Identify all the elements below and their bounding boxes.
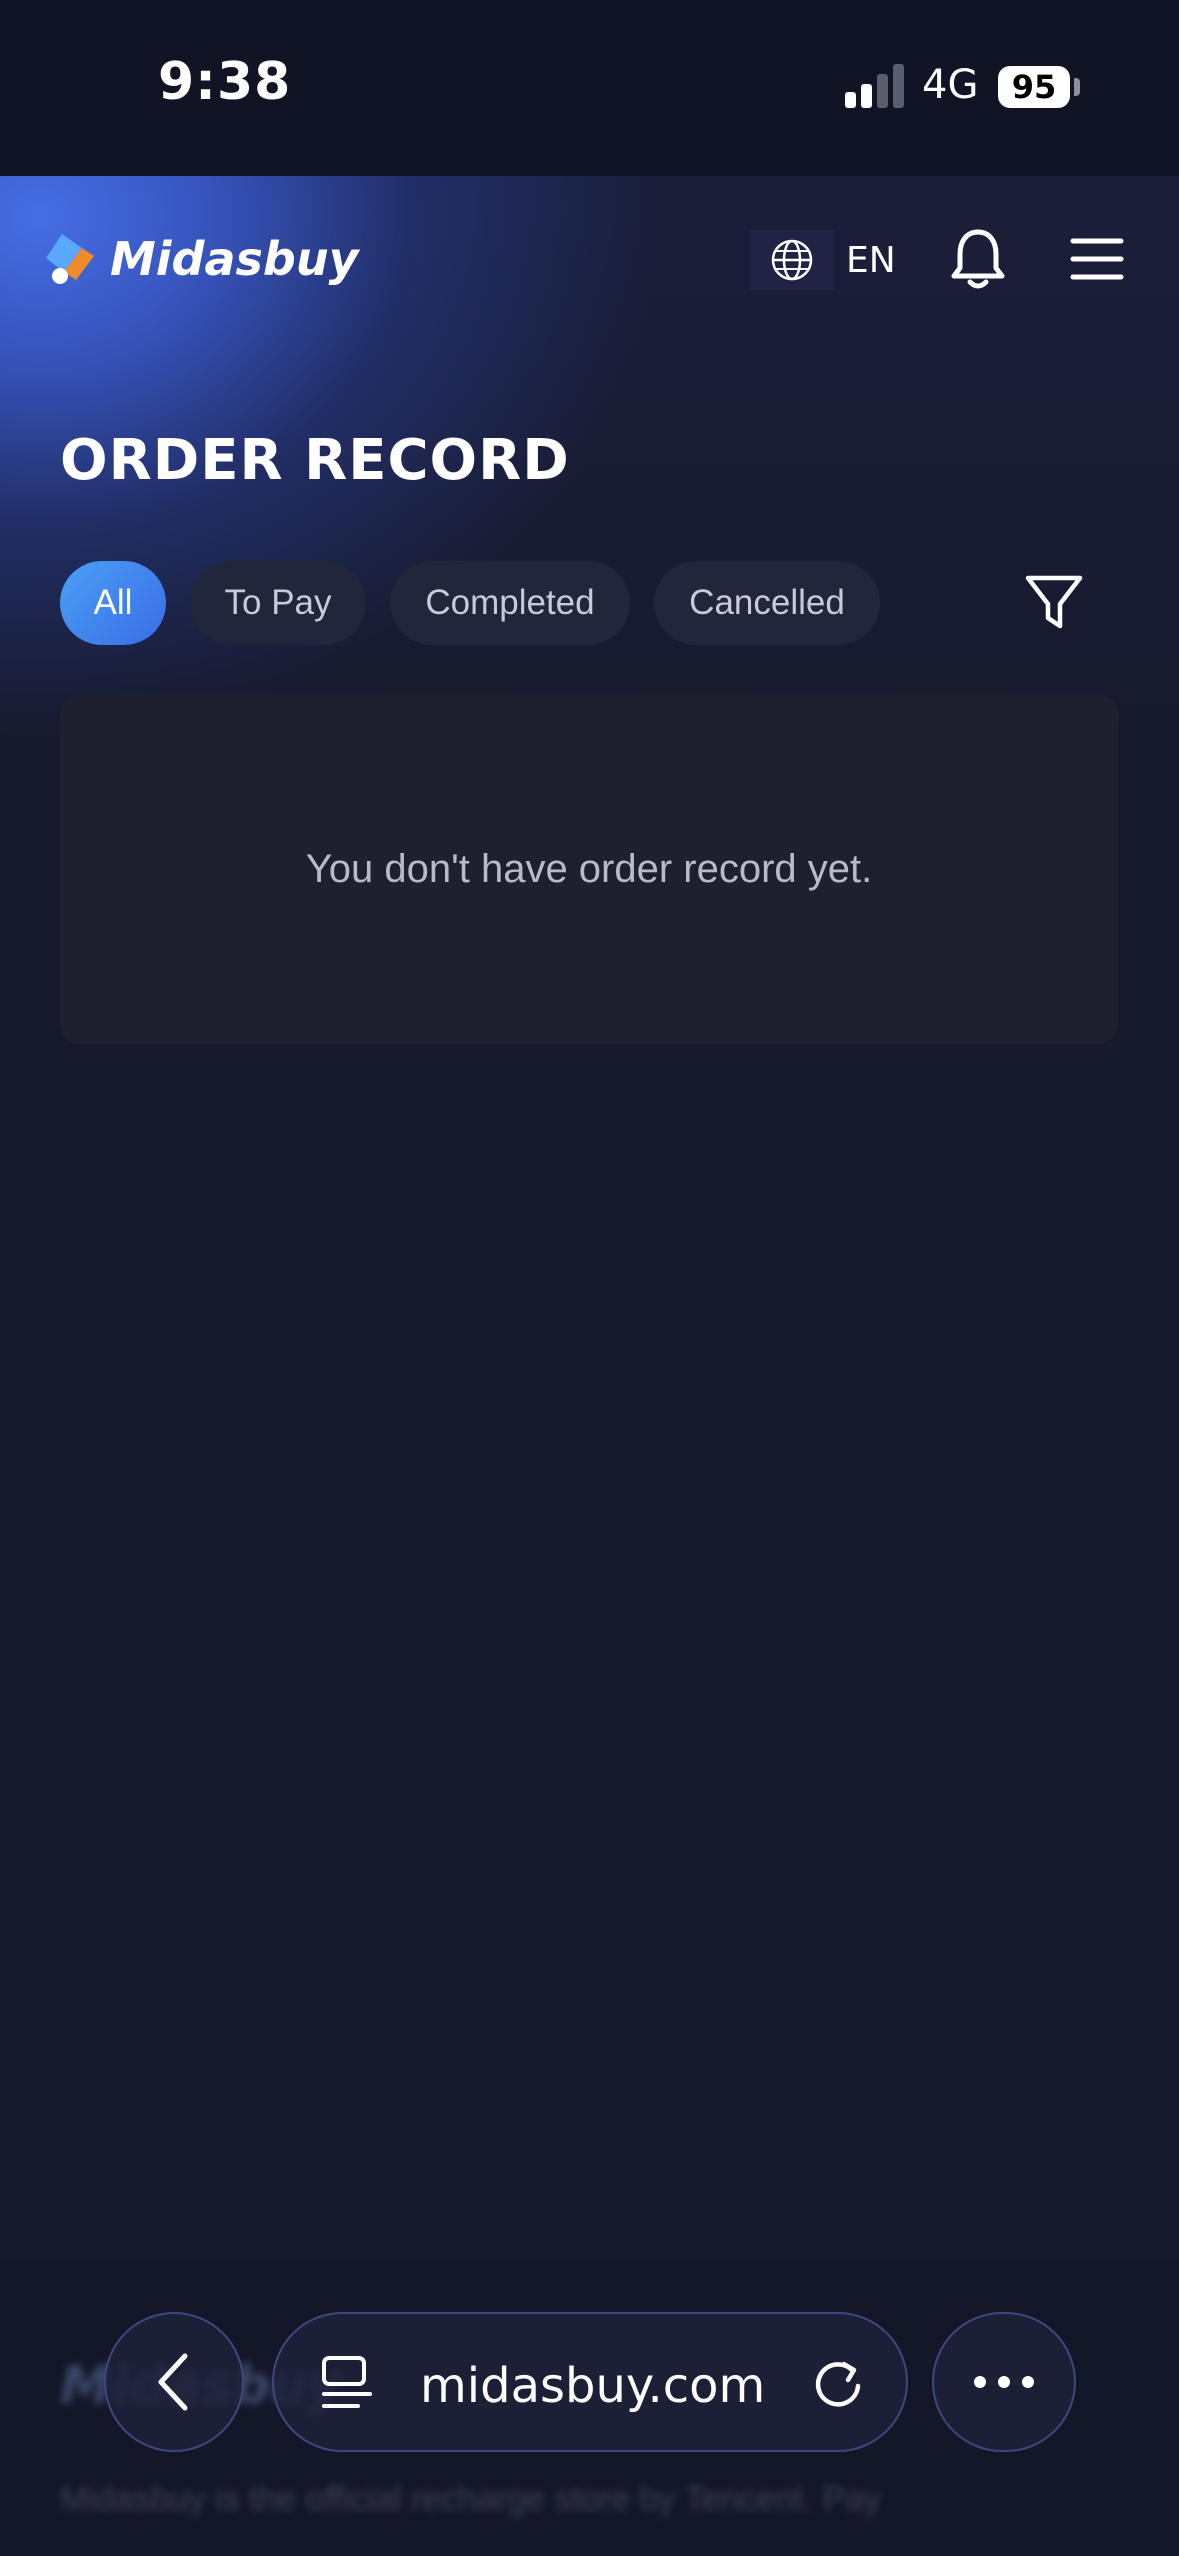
language-label[interactable]: EN xyxy=(846,240,896,281)
status-bar: 9:38 4G 95 xyxy=(0,0,1179,176)
midasbuy-logo[interactable]: Midasbuy xyxy=(42,228,359,292)
language-selector[interactable] xyxy=(750,230,834,290)
bell-icon[interactable] xyxy=(948,226,1008,292)
reload-icon[interactable] xyxy=(808,2354,868,2414)
midasbuy-logo-icon xyxy=(46,234,94,284)
address-bar[interactable]: midasbuy.com xyxy=(272,2312,908,2452)
filter-icon[interactable] xyxy=(1024,572,1084,634)
empty-state-card: You don't have order record yet. xyxy=(60,694,1118,1044)
more-options-button[interactable] xyxy=(932,2312,1076,2452)
tab-completed[interactable]: Completed xyxy=(390,561,630,645)
tab-cancelled[interactable]: Cancelled xyxy=(654,561,880,645)
status-time: 9:38 xyxy=(158,52,292,112)
back-button[interactable] xyxy=(104,2312,244,2452)
footer-description: Midasbuy is the official recharge store … xyxy=(60,2480,881,2518)
signal-icon xyxy=(845,64,905,108)
url-text: midasbuy.com xyxy=(420,2358,766,2414)
chevron-left-icon xyxy=(158,2353,188,2411)
globe-icon xyxy=(771,239,813,281)
tab-to-pay[interactable]: To Pay xyxy=(190,561,366,645)
battery-cap xyxy=(1074,78,1080,96)
more-dots-icon xyxy=(974,2376,1034,2388)
battery-icon: 95 xyxy=(998,66,1070,108)
hamburger-menu-icon[interactable] xyxy=(1070,236,1124,282)
logo-text: Midasbuy xyxy=(110,232,359,286)
tab-all[interactable]: All xyxy=(60,561,166,645)
network-type: 4G xyxy=(922,62,979,108)
page-title: ORDER RECORD xyxy=(60,428,570,493)
empty-state-message: You don't have order record yet. xyxy=(305,846,873,891)
tabs-icon xyxy=(322,2356,372,2408)
